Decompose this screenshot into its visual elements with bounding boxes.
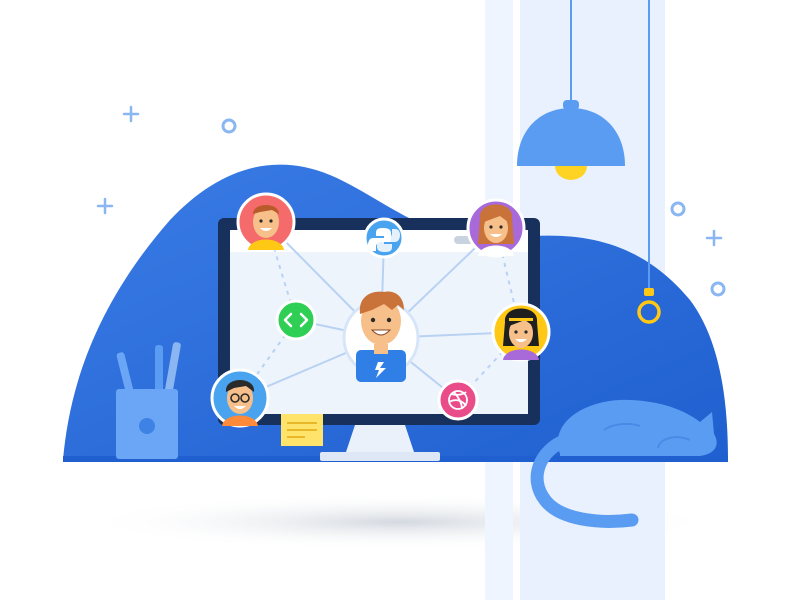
illustration-scene [63,0,728,600]
avatar-red [236,192,296,252]
ring-icon-1 [221,118,237,134]
python-badge [363,217,405,259]
code-badge [275,299,317,341]
avatar-yellow [491,302,551,362]
dribbble-badge [437,379,479,421]
sticky-note [281,414,323,446]
ring-icon-2 [670,201,686,217]
avatar-blue [210,368,270,428]
avatar-purple [466,198,526,258]
plus-icon-1 [122,105,140,123]
plus-icon-2 [96,197,114,215]
plus-icon-3 [705,229,723,247]
ring-icon-3 [710,281,726,297]
